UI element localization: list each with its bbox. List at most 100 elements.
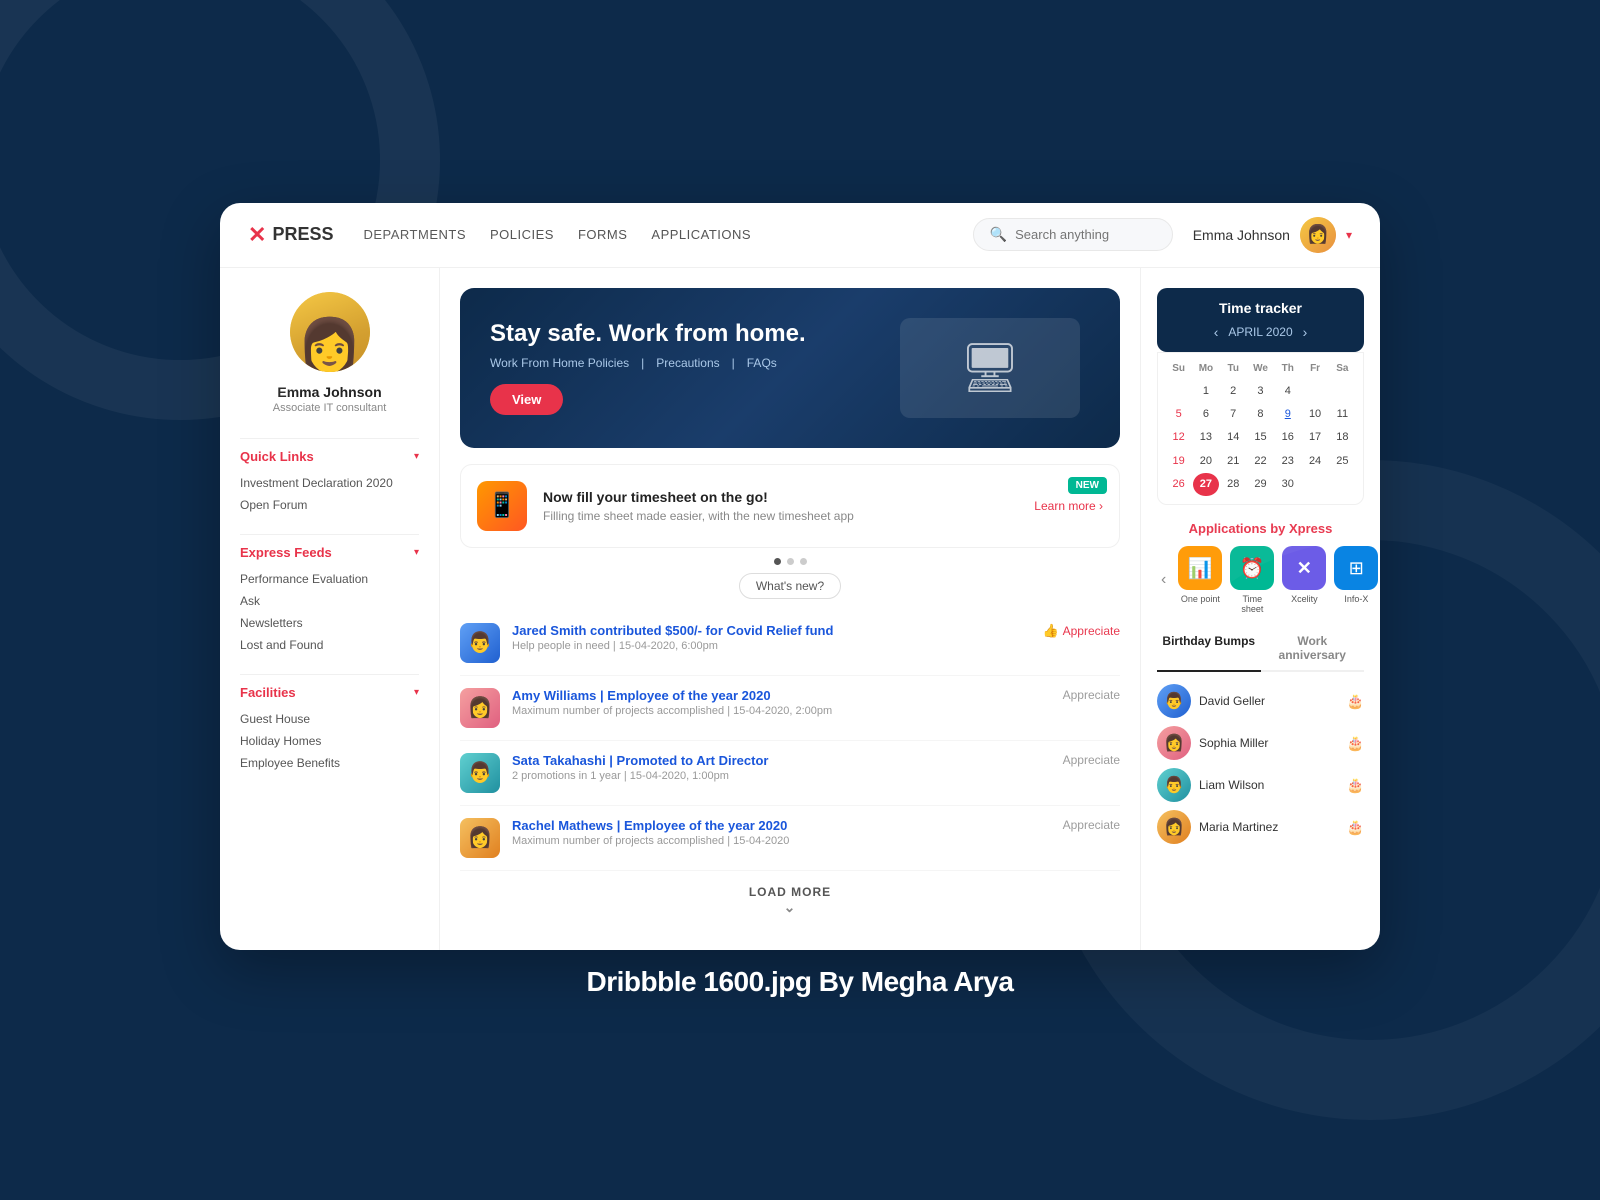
feed-title[interactable]: Sata Takahashi | Promoted to Art Directo… — [512, 753, 1051, 768]
appreciate-button[interactable]: 👍 Appreciate — [1042, 623, 1120, 639]
cal-cell[interactable]: 28 — [1221, 473, 1246, 496]
hero-link-faqs[interactable]: FAQs — [747, 356, 777, 370]
cal-cell[interactable]: 5 — [1166, 403, 1191, 426]
watermark: Dribbble 1600.jpg By Megha Arya — [587, 966, 1014, 998]
feed-body: Sata Takahashi | Promoted to Art Directo… — [512, 753, 1051, 782]
nav-forms[interactable]: FORMS — [578, 227, 627, 242]
news-description: Filling time sheet made easier, with the… — [543, 509, 1018, 523]
app-icon-xcelity[interactable]: ✕ Xcelity — [1282, 546, 1326, 614]
feed-avatar: 👩 — [460, 688, 500, 728]
app-icon-box: ✕ — [1282, 546, 1326, 590]
app-icon-infox[interactable]: ⊞ Info-X — [1334, 546, 1378, 614]
tab-work-anniversary[interactable]: Work anniversary — [1261, 626, 1365, 670]
express-feeds-section: Express Feeds ▾ Performance Evaluation A… — [240, 545, 419, 656]
load-more-button[interactable]: LOAD MORE ⌄ — [460, 871, 1120, 930]
hero-link-wfh[interactable]: Work From Home Policies — [490, 356, 629, 370]
whats-new-button[interactable]: What's new? — [739, 573, 841, 599]
cal-cell[interactable]: 23 — [1275, 450, 1300, 473]
chevron-down-icon[interactable]: ▾ — [414, 687, 419, 698]
cal-cell-today[interactable]: 27 — [1193, 473, 1218, 496]
appreciate-button[interactable]: Appreciate — [1063, 688, 1120, 702]
cal-cell[interactable]: 19 — [1166, 450, 1191, 473]
sidebar-item-newsletters[interactable]: Newsletters — [240, 612, 419, 634]
cal-cell[interactable]: 1 — [1193, 380, 1218, 403]
cake-icon[interactable]: 🎂 — [1347, 693, 1364, 710]
cal-cell[interactable]: 10 — [1302, 403, 1327, 426]
sidebar-item-open-forum[interactable]: Open Forum — [240, 494, 419, 516]
appreciate-button[interactable]: Appreciate — [1063, 818, 1120, 832]
nav-policies[interactable]: POLICIES — [490, 227, 554, 242]
cal-cell[interactable]: 11 — [1330, 403, 1355, 426]
profile-section: Emma Johnson Associate IT consultant — [240, 292, 419, 414]
feed-title[interactable]: Rachel Mathews | Employee of the year 20… — [512, 818, 1051, 833]
tab-birthday-bumps[interactable]: Birthday Bumps — [1157, 626, 1261, 672]
user-name-nav: Emma Johnson — [1193, 227, 1290, 243]
cake-icon[interactable]: 🎂 — [1347, 819, 1364, 836]
app-icon-timesheet[interactable]: ⏰ Time sheet — [1230, 546, 1274, 614]
feed-list: 👨 Jared Smith contributed $500/- for Cov… — [460, 611, 1120, 871]
hero-link-precautions[interactable]: Precautions — [656, 356, 719, 370]
chevron-down-icon[interactable]: ▾ — [414, 547, 419, 558]
quick-links-section: Quick Links ▾ Investment Declaration 202… — [240, 449, 419, 516]
cal-cell[interactable]: 8 — [1248, 403, 1273, 426]
sidebar-item-performance[interactable]: Performance Evaluation — [240, 568, 419, 590]
cal-cell[interactable]: 18 — [1330, 426, 1355, 449]
sidebar-item-guesthouse[interactable]: Guest House — [240, 708, 419, 730]
cal-cell[interactable]: 26 — [1166, 473, 1191, 496]
cal-cell[interactable]: 16 — [1275, 426, 1300, 449]
feed-title[interactable]: Jared Smith contributed $500/- for Covid… — [512, 623, 1030, 638]
appreciate-button[interactable]: Appreciate — [1063, 753, 1120, 767]
sidebar-item-employee-benefits[interactable]: Employee Benefits — [240, 752, 419, 774]
cake-icon[interactable]: 🎂 — [1347, 777, 1364, 794]
cal-cell[interactable]: 25 — [1330, 450, 1355, 473]
cal-cell[interactable]: 2 — [1221, 380, 1246, 403]
cal-cell[interactable]: 20 — [1193, 450, 1218, 473]
nav-departments[interactable]: DEPARTMENTS — [363, 227, 466, 242]
sidebar-item-ask[interactable]: Ask — [240, 590, 419, 612]
sidebar-item-investment[interactable]: Investment Declaration 2020 — [240, 472, 419, 494]
next-month-arrow[interactable]: › — [1303, 324, 1308, 340]
feed-avatar: 👨 — [460, 623, 500, 663]
hero-view-button[interactable]: View — [490, 384, 563, 415]
cal-cell[interactable]: 21 — [1221, 450, 1246, 473]
prev-month-arrow[interactable]: ‹ — [1214, 324, 1219, 340]
app-icon-onepoint[interactable]: 📊 One point — [1178, 546, 1222, 614]
sidebar-item-holiday-homes[interactable]: Holiday Homes — [240, 730, 419, 752]
nav-applications[interactable]: APPLICATIONS — [651, 227, 751, 242]
cal-cell[interactable]: 22 — [1248, 450, 1273, 473]
cal-cell[interactable]: 29 — [1248, 473, 1273, 496]
cal-cell[interactable]: 13 — [1193, 426, 1218, 449]
dot-3[interactable] — [800, 558, 807, 565]
feed-title[interactable]: Amy Williams | Employee of the year 2020 — [512, 688, 1051, 703]
cal-cell[interactable]: 24 — [1302, 450, 1327, 473]
app-logo[interactable]: ✕ PRESS — [248, 222, 333, 248]
hero-text: Stay safe. Work from home. Work From Hom… — [490, 320, 890, 416]
cal-cell[interactable]: 9 — [1275, 403, 1300, 426]
cake-icon[interactable]: 🎂 — [1347, 735, 1364, 752]
time-tracker-title: Time tracker — [1169, 300, 1352, 316]
prev-app-arrow[interactable]: ‹ — [1157, 567, 1170, 593]
dot-1[interactable] — [774, 558, 781, 565]
app-label: One point — [1181, 594, 1220, 604]
cal-cell[interactable]: 7 — [1221, 403, 1246, 426]
birthday-list: 👨 David Geller 🎂 👩 Sophia Miller 🎂 👨 Lia… — [1157, 684, 1364, 844]
cal-cell[interactable]: 14 — [1221, 426, 1246, 449]
cal-cell[interactable]: 6 — [1193, 403, 1218, 426]
chevron-down-icon[interactable]: ▾ — [414, 451, 419, 462]
sidebar-item-lost-found[interactable]: Lost and Found — [240, 634, 419, 656]
profile-role: Associate IT consultant — [273, 402, 387, 414]
content-area: Emma Johnson Associate IT consultant Qui… — [220, 268, 1380, 950]
cal-cell[interactable]: 4 — [1275, 380, 1300, 403]
learn-more-link[interactable]: Learn more › — [1034, 499, 1103, 513]
dot-2[interactable] — [787, 558, 794, 565]
facilities-title: Facilities — [240, 685, 296, 700]
cal-cell[interactable]: 30 — [1275, 473, 1300, 496]
cal-cell[interactable]: 15 — [1248, 426, 1273, 449]
cal-cell[interactable]: 17 — [1302, 426, 1327, 449]
chevron-down-icon: ▾ — [1346, 228, 1352, 242]
search-bar[interactable]: 🔍 — [973, 218, 1173, 251]
cal-cell[interactable]: 3 — [1248, 380, 1273, 403]
search-input[interactable] — [1015, 227, 1156, 242]
cal-cell[interactable]: 12 — [1166, 426, 1191, 449]
user-menu[interactable]: Emma Johnson 👩 ▾ — [1193, 217, 1352, 253]
